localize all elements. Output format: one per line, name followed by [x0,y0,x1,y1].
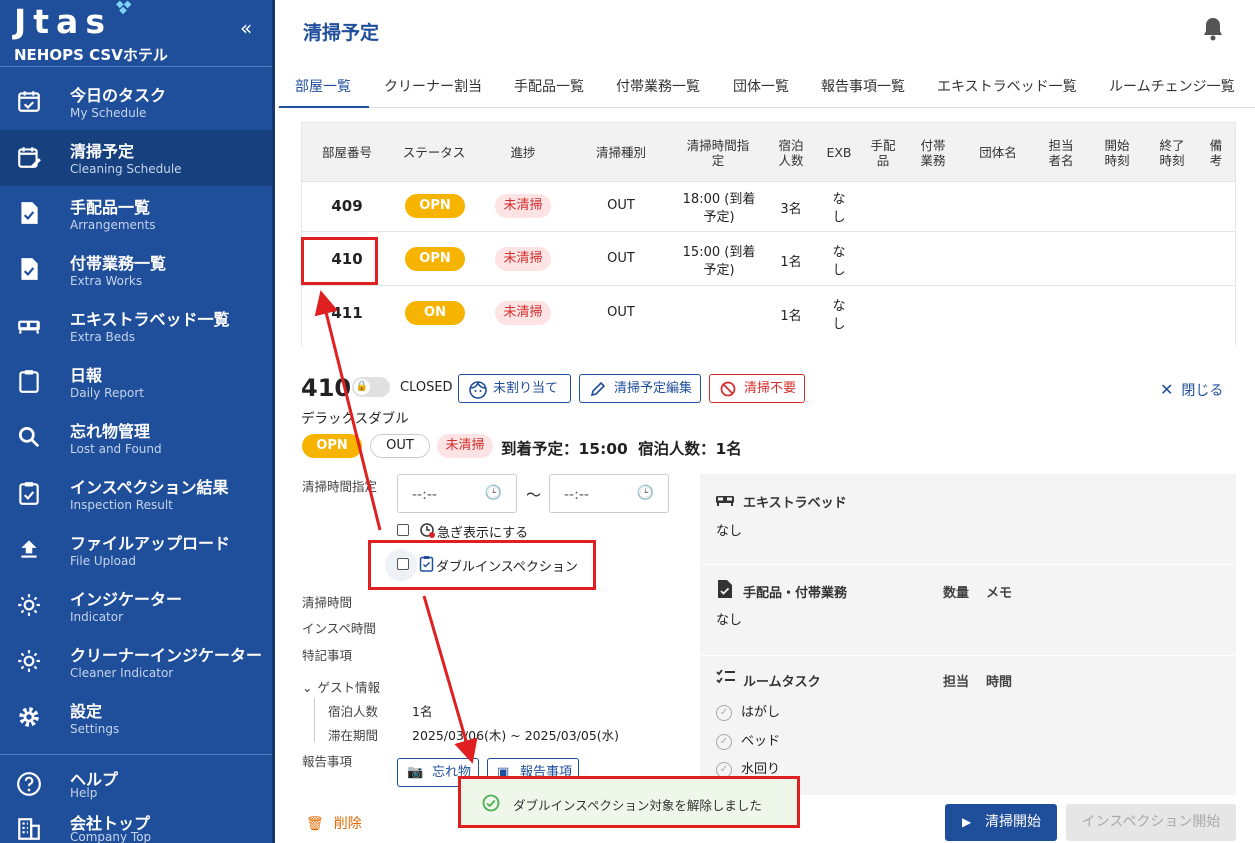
arrow-to-room [314,290,382,531]
arrow-to-toast [422,595,478,764]
annotation-arrows [314,290,478,764]
